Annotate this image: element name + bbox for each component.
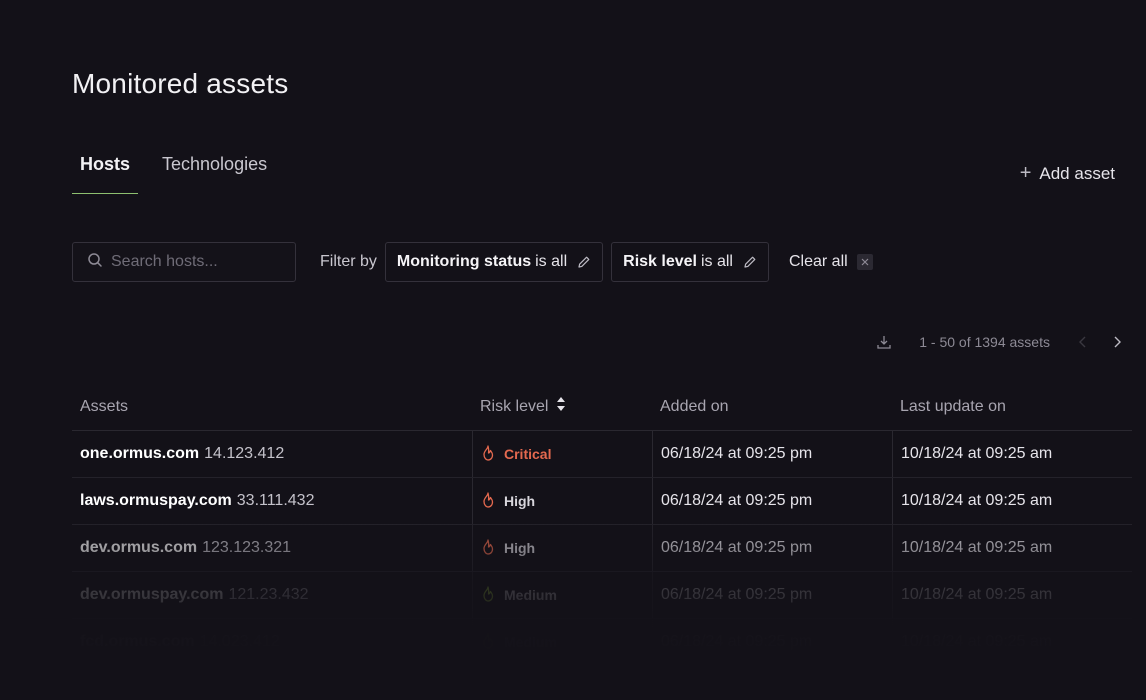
table-row[interactable]: one.ormus.com 14.123.412 Critical 06/18/24 … xyxy=(72,431,1132,478)
last-update-cell: 10/18/24 at 09:25 am xyxy=(892,572,1132,618)
tab-technologies[interactable]: Technologies xyxy=(154,146,275,194)
chip-field: Monitoring status xyxy=(396,253,532,270)
asset-host[interactable]: fcd.ormus.com xyxy=(80,633,195,651)
asset-host[interactable]: one.ormus.com xyxy=(80,445,199,463)
flame-icon xyxy=(481,444,495,464)
flame-icon xyxy=(481,585,495,605)
last-update-cell: 10/18/24 at 09:25 am xyxy=(892,431,1132,477)
added-on-cell: 06/18/24 at 09:25 pm xyxy=(652,525,892,571)
last-update-cell: 10/18/24 at 09:25 am xyxy=(892,478,1132,524)
added-on-cell: 06/18/24 at 09:25 pm xyxy=(652,572,892,618)
asset-cell: one.ormus.com 14.123.412 xyxy=(72,431,472,477)
sort-icon[interactable] xyxy=(556,396,566,417)
flame-icon xyxy=(481,491,495,511)
monitoring-status-filter-chip[interactable]: Monitoring status is all xyxy=(384,242,604,282)
added-on-cell: 06/18/24 at 09:25 pm xyxy=(652,478,892,524)
risk-badge: High xyxy=(481,538,536,558)
risk-cell: High xyxy=(472,525,652,571)
risk-badge: High xyxy=(481,491,536,511)
add-asset-button[interactable]: + Add asset xyxy=(1020,162,1115,185)
added-on-cell: 06/18/24 at 09:25 pm xyxy=(652,619,892,665)
flame-icon xyxy=(481,632,495,652)
table-body: one.ormus.com 14.123.412 Critical 06/18/24 … xyxy=(72,431,1132,666)
risk-cell: Critical xyxy=(472,431,652,477)
table-row[interactable]: laws.ormuspay.com 33.111.432 High 06/18/24 … xyxy=(72,478,1132,525)
column-risk-level[interactable]: Risk level xyxy=(472,396,652,417)
asset-host[interactable]: dev.ormuspay.com xyxy=(80,586,223,604)
risk-level-filter-chip[interactable]: Risk level is all xyxy=(611,242,769,282)
risk-badge: Medium xyxy=(481,585,557,605)
table-row[interactable]: fcd.ormus.com 14.023.412 Medium 06/18/24 at… xyxy=(72,619,1132,666)
last-update-cell: 10/18/24 at 09:25 am xyxy=(892,525,1132,571)
last-update-cell: 10/18/24 at 09:25 am xyxy=(892,619,1132,665)
risk-cell: Medium xyxy=(472,619,652,665)
asset-cell: laws.ormuspay.com 33.111.432 xyxy=(72,478,472,524)
pagination: 1 - 50 of 1394 assets xyxy=(877,330,1122,354)
risk-cell: High xyxy=(472,478,652,524)
clear-all-label: Clear all xyxy=(788,253,848,270)
flame-icon xyxy=(481,538,495,558)
column-added-on: Added on xyxy=(660,397,729,415)
tab-hosts[interactable]: Hosts xyxy=(72,146,139,194)
risk-cell: Medium xyxy=(472,572,652,618)
asset-cell: dev.ormus.com 123.123.321 xyxy=(72,525,472,571)
pencil-icon[interactable] xyxy=(743,255,757,269)
chip-value: is all xyxy=(700,253,733,270)
download-icon[interactable] xyxy=(877,335,891,349)
chip-field: Risk level xyxy=(623,253,697,270)
chevron-right-icon[interactable] xyxy=(1112,335,1122,349)
risk-label: Critical xyxy=(504,446,552,462)
plus-icon: + xyxy=(1019,162,1032,184)
tab-bar: Hosts Technologies xyxy=(72,146,291,194)
filter-by-label: Filter by xyxy=(320,253,377,270)
asset-cell: fcd.ormus.com 14.023.412 xyxy=(72,619,472,665)
asset-host[interactable]: laws.ormuspay.com xyxy=(80,492,232,510)
filter-toolbar: Filter by Monitoring status is all Risk … xyxy=(72,242,873,282)
asset-ip: 123.123.321 xyxy=(202,539,292,556)
column-assets: Assets xyxy=(80,397,129,415)
assets-table: Assets Risk level Added on Last update o… xyxy=(72,383,1132,666)
search-input[interactable] xyxy=(111,253,281,271)
pagination-range: 1 - 50 of 1394 assets xyxy=(919,334,1050,350)
risk-label: Medium xyxy=(504,634,557,650)
risk-label: High xyxy=(504,540,536,556)
asset-host[interactable]: dev.ormus.com xyxy=(80,539,197,557)
table-row[interactable]: dev.ormuspay.com 121.23.432 Medium 06/18/24… xyxy=(72,572,1132,619)
asset-ip: 33.111.432 xyxy=(236,492,315,509)
clear-all-button[interactable]: Clear all xyxy=(789,253,873,271)
add-asset-label: Add asset xyxy=(1039,163,1115,183)
risk-label: Medium xyxy=(504,587,557,603)
table-header: Assets Risk level Added on Last update o… xyxy=(72,383,1132,431)
column-last-update: Last update on xyxy=(900,397,1006,415)
risk-badge: Medium xyxy=(481,632,557,652)
pencil-icon[interactable] xyxy=(577,255,591,269)
risk-badge: Critical xyxy=(481,444,552,464)
table-row[interactable]: dev.ormus.com 123.123.321 High 06/18/24 at … xyxy=(72,525,1132,572)
chip-value: is all xyxy=(535,253,568,270)
added-on-cell: 06/18/24 at 09:25 pm xyxy=(652,431,892,477)
column-label: Risk level xyxy=(480,397,549,415)
asset-ip: 121.23.432 xyxy=(228,586,309,603)
asset-ip: 14.023.412 xyxy=(199,633,280,650)
asset-ip: 14.123.412 xyxy=(204,445,285,462)
asset-cell: dev.ormuspay.com 121.23.432 xyxy=(72,572,472,618)
close-icon xyxy=(856,254,873,270)
page-title: Monitored assets xyxy=(72,68,289,99)
chevron-left-icon[interactable] xyxy=(1078,335,1088,349)
search-box[interactable] xyxy=(72,242,296,282)
risk-label: High xyxy=(504,493,536,509)
search-icon xyxy=(87,252,103,273)
